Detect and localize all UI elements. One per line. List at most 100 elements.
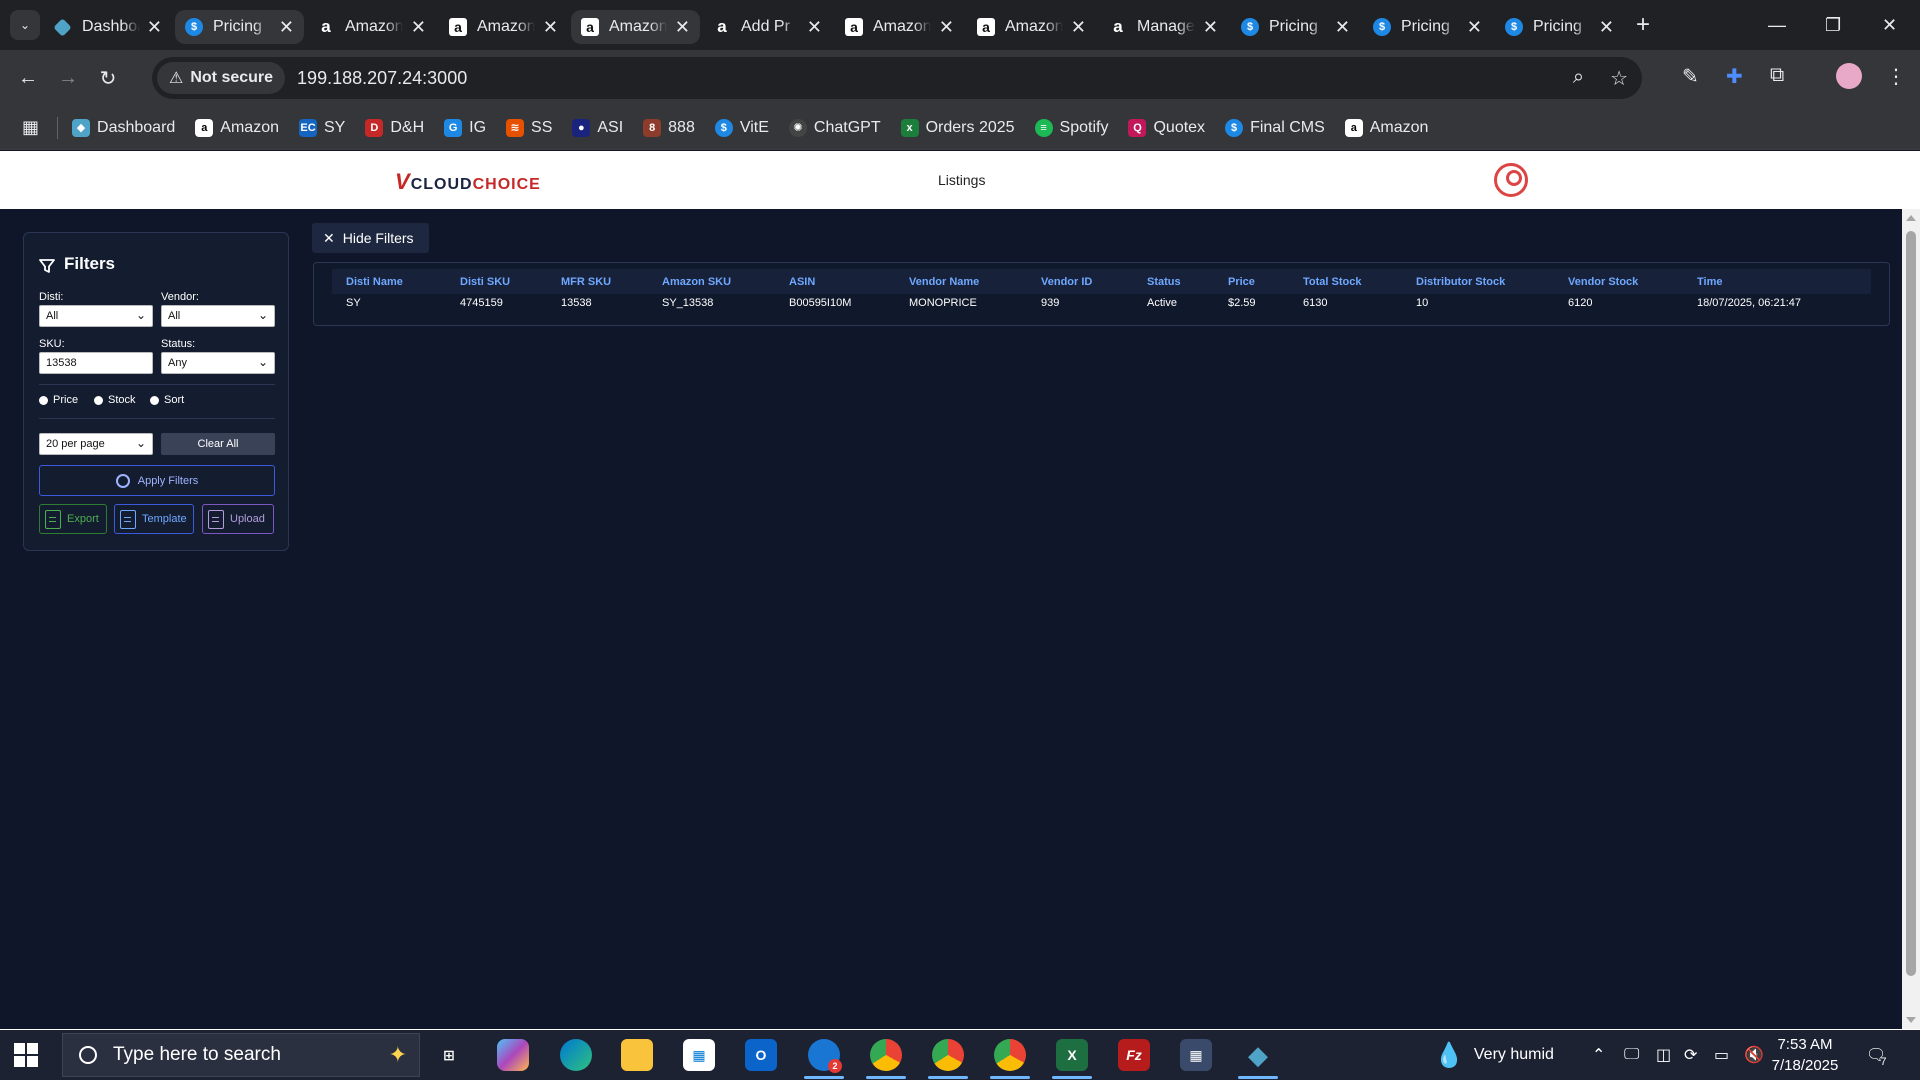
bookmark-star-icon[interactable]: ☆ xyxy=(1610,66,1628,91)
tab-amazon[interactable]: a Amazon ✕ xyxy=(439,10,568,44)
column-header-disti-name[interactable]: Disti Name xyxy=(346,276,403,288)
column-header-vendor-name[interactable]: Vendor Name xyxy=(909,276,979,288)
vendor-select[interactable]: All ⌄ xyxy=(161,305,275,327)
column-header-asin[interactable]: ASIN xyxy=(789,276,815,288)
column-header-time[interactable]: Time xyxy=(1697,276,1722,288)
copilot-app-icon[interactable] xyxy=(497,1039,529,1071)
bookmark-ss[interactable]: ≋ SS xyxy=(506,118,552,137)
notification-center-icon[interactable]: 🗨 7 xyxy=(1866,1030,1886,1080)
bookmark-spotify[interactable]: ≡ Spotify xyxy=(1034,118,1108,137)
radio-stock[interactable]: Stock xyxy=(94,394,136,406)
bookmark-chatgpt[interactable]: ✺ ChatGPT xyxy=(788,118,881,137)
copilot-sparkle-icon[interactable]: ✦ xyxy=(389,1042,407,1068)
radio-price[interactable]: Price xyxy=(39,394,78,406)
scroll-down-arrow-icon[interactable] xyxy=(1906,1017,1916,1023)
close-tab-icon[interactable]: ✕ xyxy=(807,17,822,38)
extension-puzzle-blue-icon[interactable]: ✚ xyxy=(1726,64,1743,89)
reload-icon[interactable]: ↻ xyxy=(88,66,128,91)
tab-pricing[interactable]: $ Pricing ✕ xyxy=(1363,10,1492,44)
microsoft-store-icon[interactable]: ▦ xyxy=(683,1039,715,1071)
zoom-magnifier-icon[interactable]: ⌕ xyxy=(1573,66,1584,91)
tab-add-product[interactable]: a Add Pr ✕ xyxy=(703,10,832,44)
scroll-up-arrow-icon[interactable] xyxy=(1906,215,1916,221)
new-tab-plus-icon[interactable]: + xyxy=(1636,11,1650,39)
calculator-icon[interactable]: ▦ xyxy=(1180,1039,1212,1071)
user-profile-icon[interactable] xyxy=(1494,163,1528,197)
close-tab-icon[interactable]: ✕ xyxy=(1599,17,1614,38)
file-explorer-icon[interactable] xyxy=(621,1039,653,1071)
display-icon[interactable]: 🖵 xyxy=(1624,1030,1639,1080)
url-text[interactable]: 199.188.207.24:3000 xyxy=(297,68,467,89)
sku-input[interactable]: 13538 xyxy=(39,352,153,374)
bookmark-sy[interactable]: EC SY xyxy=(299,118,345,137)
restore-icon[interactable]: ❐ xyxy=(1825,0,1841,50)
forward-arrow-icon[interactable]: → xyxy=(48,67,88,90)
bookmark-asi[interactable]: ● ASI xyxy=(572,118,623,137)
clear-all-button[interactable]: Clear All xyxy=(161,433,275,455)
column-header-total-stock[interactable]: Total Stock xyxy=(1303,276,1361,288)
close-tab-icon[interactable]: ✕ xyxy=(939,17,954,38)
edge-browser-icon[interactable] xyxy=(560,1039,592,1071)
tab-amazon[interactable]: a Amazon ✕ xyxy=(571,10,700,44)
column-header-price[interactable]: Price xyxy=(1228,276,1255,288)
column-header-vendor-id[interactable]: Vendor ID xyxy=(1041,276,1092,288)
profile-avatar-icon[interactable] xyxy=(1836,63,1862,89)
close-tab-icon[interactable]: ✕ xyxy=(1467,17,1482,38)
tab-amazon[interactable]: a Amazon ✕ xyxy=(967,10,1096,44)
chrome-profile-1-icon[interactable] xyxy=(870,1039,902,1071)
close-window-icon[interactable]: ✕ xyxy=(1882,0,1897,50)
sync-icon[interactable]: ⟳ xyxy=(1684,1030,1697,1080)
bookmark-ig[interactable]: G IG xyxy=(444,118,486,137)
table-row[interactable]: SY 4745159 13538 SY_13538 B00595I10M MON… xyxy=(332,294,1871,314)
filezilla-icon[interactable]: Fz xyxy=(1118,1039,1150,1071)
tab-amazon[interactable]: a Amazon ✕ xyxy=(835,10,964,44)
tab-dashboard[interactable]: Dashboard ✕ xyxy=(43,10,172,44)
scrollbar-thumb[interactable] xyxy=(1906,231,1916,976)
close-tab-icon[interactable]: ✕ xyxy=(675,17,690,38)
column-header-distributor-stock[interactable]: Distributor Stock xyxy=(1416,276,1505,288)
close-tab-icon[interactable]: ✕ xyxy=(543,17,558,38)
kebab-menu-icon[interactable]: ⋮ xyxy=(1886,64,1906,89)
bookmark-amazon[interactable]: a Amazon xyxy=(1344,118,1428,137)
close-tab-icon[interactable]: ✕ xyxy=(411,17,426,38)
extensions-puzzle-icon[interactable]: ⧉ xyxy=(1770,64,1784,87)
disti-select[interactable]: All ⌄ xyxy=(39,305,153,327)
export-button[interactable]: Export xyxy=(39,504,107,534)
bookmark-dashboard[interactable]: ◆ Dashboard xyxy=(72,118,175,137)
tray-overflow-chevron-icon[interactable]: ⌃ xyxy=(1592,1030,1605,1080)
column-header-status[interactable]: Status xyxy=(1147,276,1181,288)
tab-search-chevron-icon[interactable]: ⌄ xyxy=(10,10,40,40)
bookmark-orders-2025[interactable]: x Orders 2025 xyxy=(900,118,1015,137)
chrome-profile-2-icon[interactable] xyxy=(932,1039,964,1071)
cloudchoice-logo[interactable]: VCLOUDCHOICE xyxy=(395,169,541,195)
weather-widget[interactable]: 💧 Very humid xyxy=(1434,1030,1554,1080)
calendar-app-icon[interactable]: 2 xyxy=(808,1039,842,1073)
column-header-vendor-stock[interactable]: Vendor Stock xyxy=(1568,276,1638,288)
system-clock[interactable]: 7:53 AM 7/18/2025 xyxy=(1750,1034,1860,1076)
close-tab-icon[interactable]: ✕ xyxy=(1335,17,1350,38)
dashboard-app-icon[interactable]: ◆ xyxy=(1242,1039,1274,1071)
tab-manage[interactable]: a Manage ✕ xyxy=(1099,10,1228,44)
bookmark-vite[interactable]: $ VitE xyxy=(714,118,769,137)
apply-filters-button[interactable]: Apply Filters xyxy=(39,465,275,496)
excel-icon[interactable]: X xyxy=(1056,1039,1088,1071)
outlook-icon[interactable]: O xyxy=(745,1039,777,1071)
bookmark-amazon[interactable]: a Amazon xyxy=(195,118,279,137)
address-bar[interactable]: ⚠ Not secure 199.188.207.24:3000 ⌕ ☆ xyxy=(152,57,1642,99)
security-chip[interactable]: ⚠ Not secure xyxy=(157,62,286,94)
close-tab-icon[interactable]: ✕ xyxy=(147,17,162,38)
column-header-amazon-sku[interactable]: Amazon SKU xyxy=(662,276,731,288)
tab-pricing-active[interactable]: $ Pricing ✕ xyxy=(175,10,304,44)
column-header-mfr-sku[interactable]: MFR SKU xyxy=(561,276,611,288)
tab-pricing[interactable]: $ Pricing ✕ xyxy=(1495,10,1624,44)
close-tab-icon[interactable]: ✕ xyxy=(1203,17,1218,38)
page-scrollbar[interactable] xyxy=(1902,209,1920,1029)
close-tab-icon[interactable]: ✕ xyxy=(279,17,294,38)
bookmark-888[interactable]: 8 888 xyxy=(643,118,695,137)
per-page-select[interactable]: 20 per page ⌄ xyxy=(39,433,153,455)
taskbar-search-box[interactable]: Type here to search ✦ xyxy=(62,1033,420,1077)
radio-sort[interactable]: Sort xyxy=(150,394,184,406)
tab-amazon[interactable]: a Amazon ✕ xyxy=(307,10,436,44)
windows-start-icon[interactable] xyxy=(14,1043,38,1067)
hide-filters-button[interactable]: ✕ Hide Filters xyxy=(312,223,429,253)
